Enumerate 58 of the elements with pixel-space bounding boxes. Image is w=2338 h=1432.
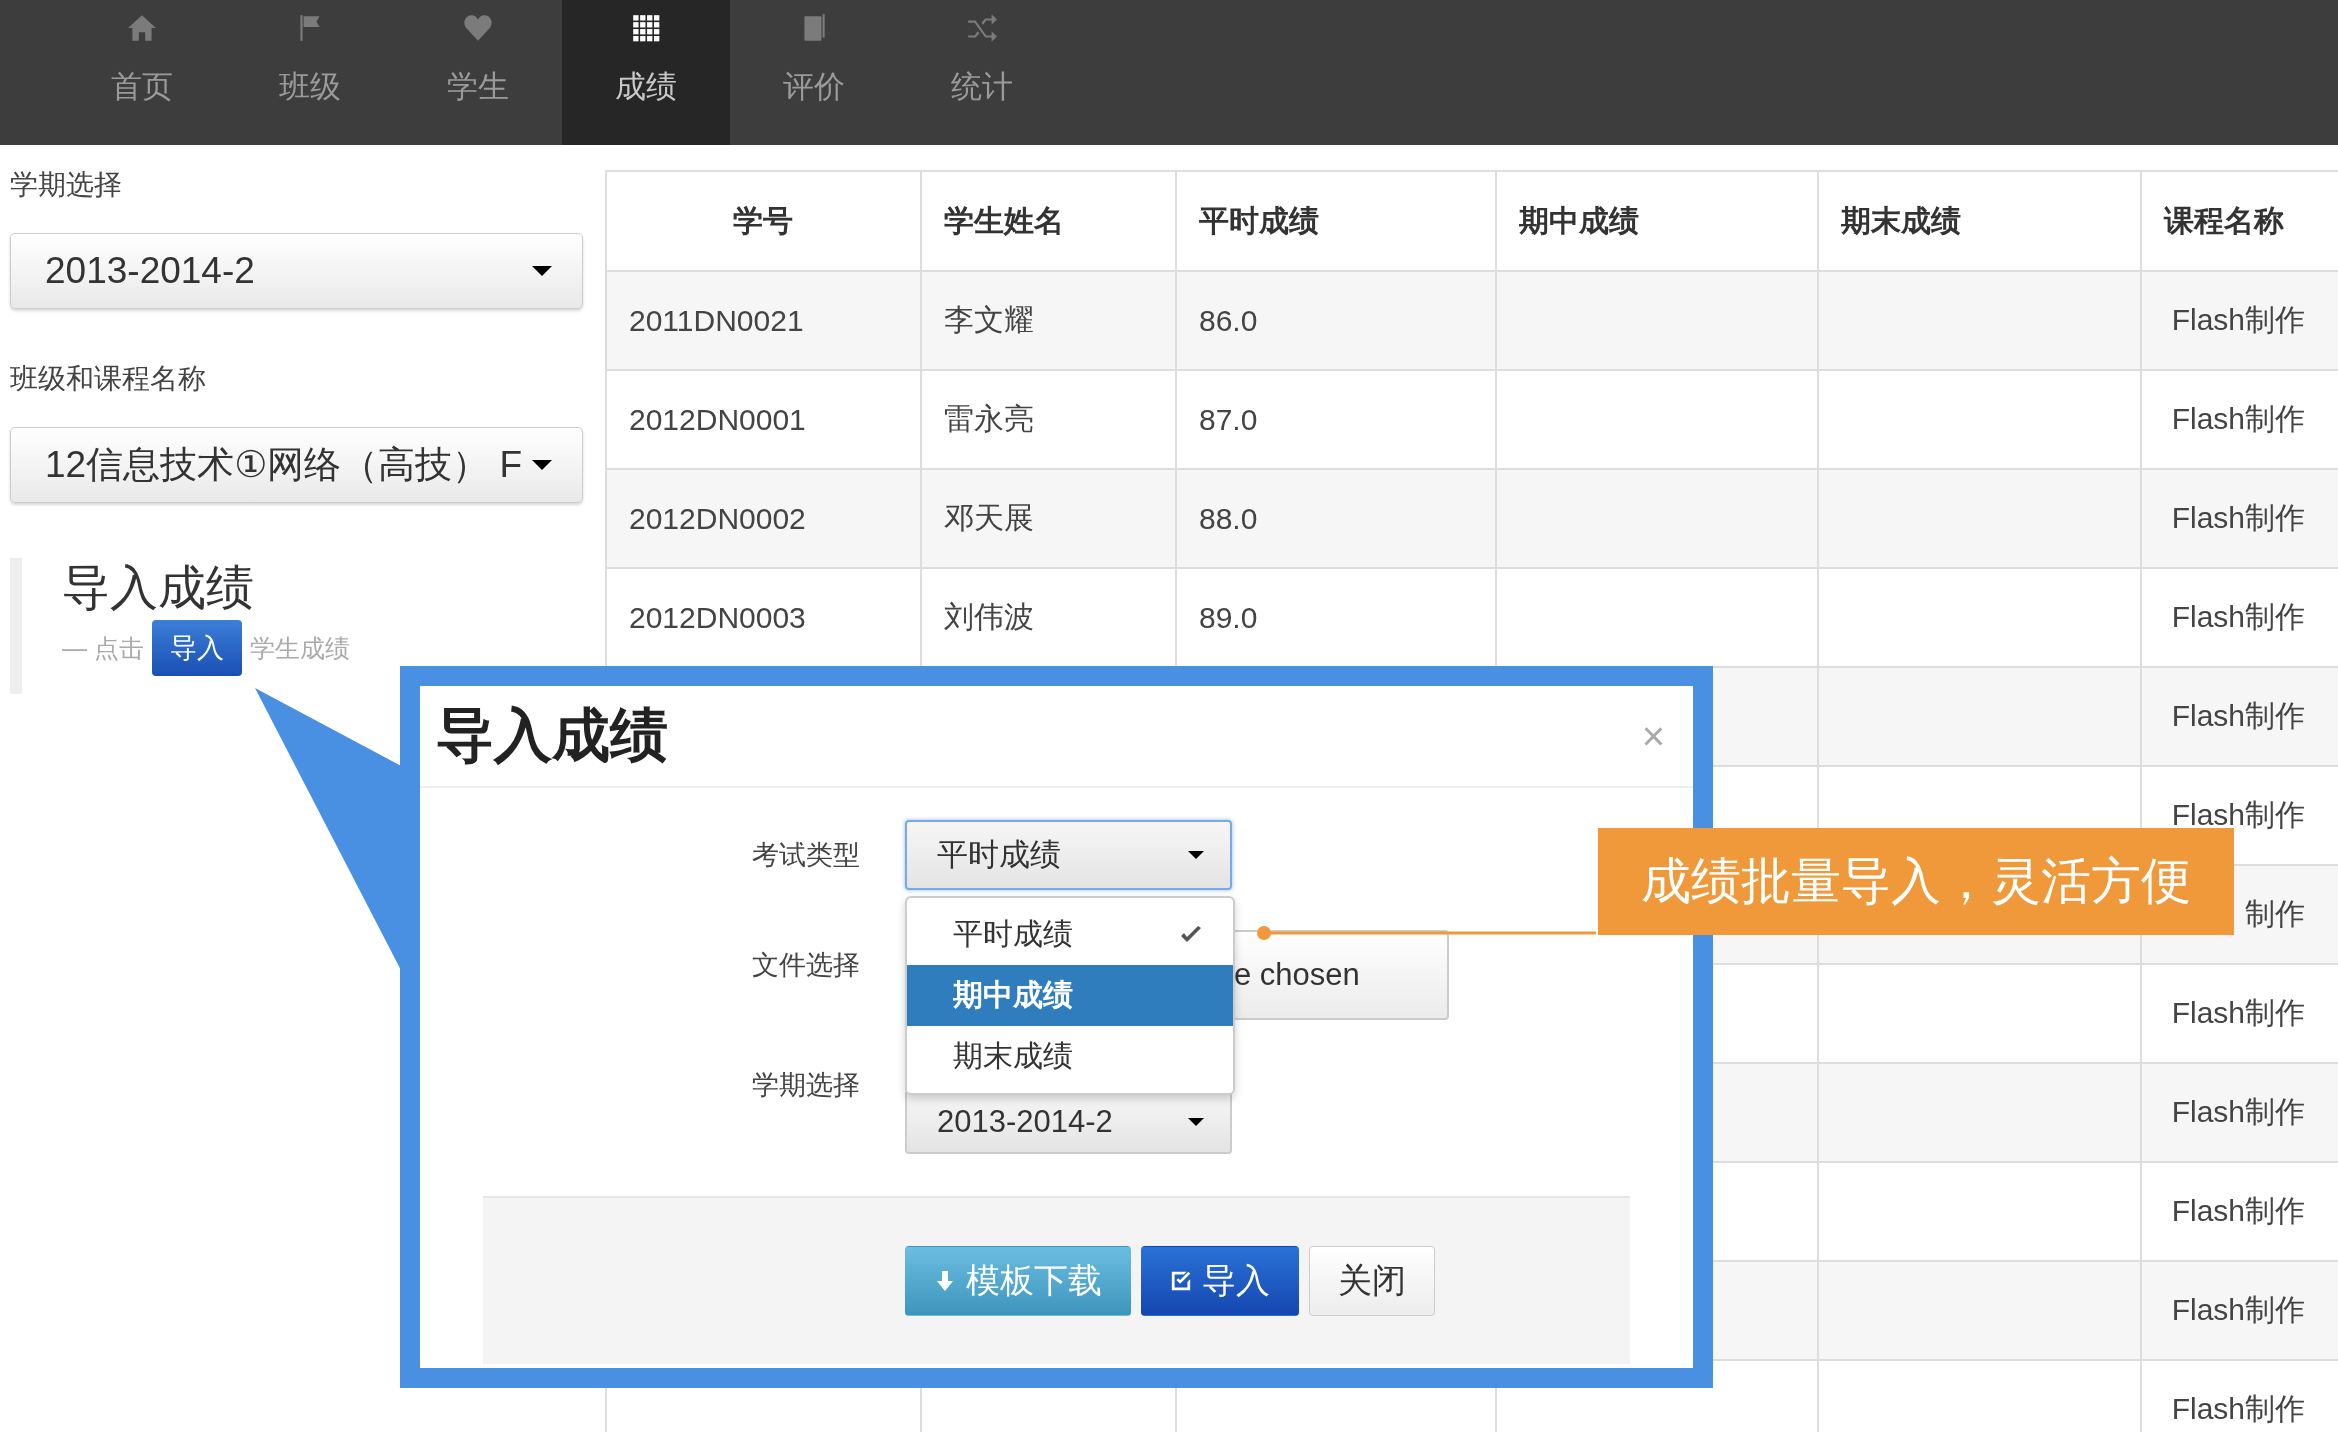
table-cell: 邓天展 — [944, 501, 1034, 534]
exam-type-select[interactable]: 平时成绩 — [905, 820, 1232, 890]
file-chooser-button[interactable]: e chosen — [1232, 930, 1449, 1020]
nav-tab[interactable]: 评价 — [730, 0, 898, 145]
column-header: 学号 — [606, 171, 921, 271]
shuffle-icon — [966, 12, 998, 44]
table-cell: Flash制作 — [2171, 996, 2305, 1029]
dialog-title: 导入成绩 — [436, 701, 668, 769]
field-label: 学期选择 — [751, 1069, 861, 1102]
table-cell: Flash制作 — [2171, 600, 2305, 633]
nav-tab[interactable]: 学生 — [394, 0, 562, 145]
caret-icon — [1188, 851, 1204, 859]
table-cell: Flash制作 — [2171, 1095, 2305, 1128]
table-cell: 2012DN0002 — [629, 501, 806, 535]
import-button[interactable]: 导入 — [151, 620, 242, 676]
callout-banner: 成绩批量导入，灵活方便 — [1598, 828, 2234, 935]
table-cell: Flash制作 — [2171, 798, 2305, 831]
grid-icon — [630, 12, 662, 44]
table-cell: Flash制作 — [2171, 1194, 2305, 1227]
nav-tab[interactable]: 统计 — [898, 0, 1066, 145]
hint-text: 学生成绩 — [249, 632, 350, 664]
dropdown-option[interactable]: 期末成绩 — [907, 1026, 1233, 1087]
table-cell: 89.0 — [1199, 600, 1258, 634]
field-label: 考试类型 — [751, 839, 861, 872]
field-label: 班级和课程名称 — [10, 362, 207, 396]
table-cell: Flash制作 — [2171, 303, 2305, 336]
table-cell: 86.0 — [1199, 303, 1258, 337]
table-cell: 2011DN0021 — [629, 303, 804, 337]
nav-tab[interactable]: 成绩 — [562, 0, 730, 145]
hint-text: — 点击 — [62, 632, 144, 664]
table-cell: 2012DN0001 — [629, 402, 806, 436]
dialog-button[interactable]: 导入 — [1141, 1246, 1299, 1316]
dropdown-option[interactable]: 平时成绩 — [907, 904, 1233, 965]
term-select[interactable]: 2013-2014-2 — [10, 233, 583, 309]
table-cell: 2012DN0003 — [629, 600, 806, 634]
caret-icon — [1188, 1118, 1204, 1126]
class-select[interactable]: 12信息技术①网络（高技） F — [10, 427, 583, 503]
dropdown-option[interactable]: 期中成绩 — [907, 965, 1233, 1026]
field-label: 文件选择 — [751, 949, 861, 982]
download-icon — [934, 1269, 956, 1293]
table-cell: Flash制作 — [2171, 699, 2305, 732]
table-cell: Flash制作 — [2171, 402, 2305, 435]
table-cell: 李文耀 — [944, 303, 1034, 336]
table-cell: Flash制作 — [2171, 1293, 2305, 1326]
caret-icon — [532, 460, 552, 470]
table-cell: 刘伟波 — [944, 600, 1034, 633]
section-title: 导入成绩 — [62, 560, 255, 616]
dialog-button[interactable]: 关闭 — [1309, 1246, 1435, 1316]
nav-tab[interactable]: 首页 — [58, 0, 226, 145]
table-cell: 87.0 — [1199, 402, 1258, 436]
table-cell: Flash制作 — [2171, 501, 2305, 534]
caret-icon — [532, 266, 552, 276]
table-cell: Flash制作 — [2171, 1392, 2305, 1425]
table-cell: 制作 — [2245, 897, 2305, 930]
table-cell: 88.0 — [1199, 501, 1258, 535]
field-label: 学期选择 — [10, 168, 123, 202]
table-cell: 雷永亮 — [944, 402, 1034, 435]
nav-tab[interactable]: 班级 — [226, 0, 394, 145]
